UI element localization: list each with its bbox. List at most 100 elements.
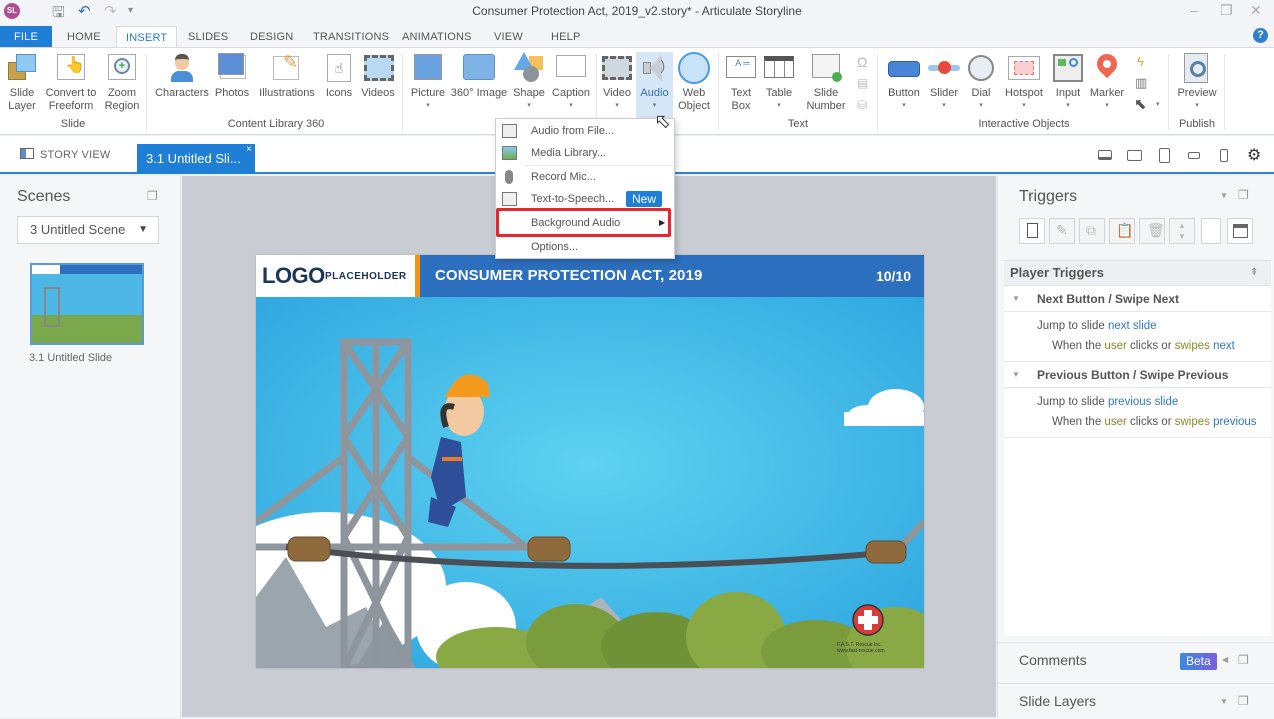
hotspot-button[interactable]: Hotspot ▾ <box>1001 52 1047 112</box>
shape-button[interactable]: Shape ▾ <box>510 52 548 112</box>
paste-trigger-button[interactable]: 📋 <box>1109 218 1135 244</box>
group-divider <box>1224 54 1225 130</box>
360-image-button[interactable]: 360° Image <box>450 52 508 100</box>
menu-item-options[interactable]: Options... <box>496 236 674 258</box>
photos-button[interactable]: Photos <box>213 52 251 100</box>
float-panel-icon[interactable]: ❐ <box>147 189 158 203</box>
illustrations-button[interactable]: ✎ Illustrations <box>256 52 318 100</box>
slider-button[interactable]: Slider ▾ <box>926 52 962 112</box>
layout-icon[interactable]: ▥ <box>1135 75 1147 91</box>
comments-panel-header[interactable]: Comments Beta ◀ ❐ <box>998 642 1274 680</box>
tab-help[interactable]: HELP <box>542 26 590 48</box>
button-insert-button[interactable]: Button ▾ <box>884 52 924 112</box>
help-icon[interactable]: ? <box>1253 28 1268 43</box>
story-view-tab[interactable]: STORY VIEW <box>20 148 110 161</box>
slide-canvas[interactable]: F.A.S.T. Rescue Inc. www.fast-rescue.com … <box>256 255 924 668</box>
trigger-condition-previous[interactable]: When the user clicks or swipes previous <box>1052 416 1257 428</box>
text-box-button[interactable]: A ═ Text Box <box>723 52 759 112</box>
menu-item-record-mic[interactable]: Record Mic... <box>496 166 674 188</box>
restore-button[interactable]: ❐ <box>1220 2 1233 19</box>
triggers-panel: Triggers ▼ ❐ ✎ ⧉ 📋 🗑 ▲ ▼ Player Triggers … <box>997 176 1274 719</box>
desktop-icon[interactable] <box>1098 150 1112 160</box>
cursor-icon[interactable]: ⬉ <box>1134 95 1147 113</box>
characters-button[interactable]: Characters <box>154 52 210 100</box>
expand-left-icon[interactable]: ◀ <box>1222 655 1228 664</box>
tab-design[interactable]: DESIGN <box>241 26 302 48</box>
trigger-header-next[interactable]: ▼ Next Button / Swipe Next <box>1004 286 1271 312</box>
settings-gear-icon[interactable]: ⚙ <box>1247 145 1261 165</box>
close-button[interactable]: ✕ <box>1250 2 1262 19</box>
caption-icon <box>555 52 587 84</box>
slide-layer-button[interactable]: Slide Layer <box>4 52 40 112</box>
speaker-icon: ) <box>639 52 671 84</box>
scene-select[interactable]: 3 Untitled Scene ▼ <box>17 216 159 244</box>
caption-button[interactable]: Caption ▾ <box>550 52 592 112</box>
menu-item-audio-from-file[interactable]: Audio from File... <box>496 120 674 142</box>
close-tab-icon[interactable]: × <box>246 135 252 165</box>
collapse-panel-icon[interactable]: ▼ <box>1220 697 1228 706</box>
video-button[interactable]: Video ▾ <box>599 52 635 112</box>
table-button[interactable]: Table ▾ <box>761 52 797 112</box>
new-trigger-button[interactable] <box>1019 218 1045 244</box>
trigger-action-next[interactable]: Jump to slide next slide <box>1037 320 1157 332</box>
float-panel-icon[interactable]: ❐ <box>1238 694 1249 708</box>
minimize-button[interactable]: – <box>1190 2 1198 18</box>
float-panel-icon[interactable]: ❐ <box>1238 653 1249 667</box>
copy-trigger-button[interactable]: ⧉ <box>1079 218 1105 244</box>
tab-slides[interactable]: SLIDES <box>179 26 237 48</box>
group-label-interactive: Interactive Objects <box>978 118 1070 130</box>
slide-layers-panel-header[interactable]: Slide Layers ▼ ❐ <box>998 683 1274 719</box>
tab-view[interactable]: VIEW <box>485 26 532 48</box>
collapse-all-icon[interactable]: ⇞ <box>1250 261 1258 285</box>
picture-button[interactable]: Picture ▾ <box>409 52 447 112</box>
highlight-annotation-box <box>496 208 671 237</box>
marker-button[interactable]: Marker ▾ <box>1088 49 1126 112</box>
collapse-triangle-icon[interactable]: ▼ <box>1012 362 1020 388</box>
window-title: Consumer Protection Act, 2019_v2.story* … <box>472 4 802 18</box>
menu-item-text-to-speech[interactable]: Text-to-Speech... New <box>496 188 674 210</box>
cursor-dropdown-icon[interactable]: ▾ <box>1156 100 1160 108</box>
trigger-action-previous[interactable]: Jump to slide previous slide <box>1037 396 1178 408</box>
audio-button[interactable]: ) Audio ▾ <box>636 52 673 120</box>
collapse-panel-icon[interactable]: ▼ <box>1220 191 1228 200</box>
phone-landscape-icon[interactable] <box>1188 152 1200 159</box>
icons-button[interactable]: ☝ Icons <box>322 52 356 100</box>
tab-transitions[interactable]: TRANSITIONS <box>304 26 398 48</box>
collapse-triangle-icon[interactable]: ▼ <box>1012 286 1020 312</box>
trigger-header-previous[interactable]: ▼ Previous Button / Swipe Previous <box>1004 362 1271 388</box>
tablet-portrait-icon[interactable] <box>1159 148 1170 163</box>
tablet-landscape-icon[interactable] <box>1127 150 1142 161</box>
convert-to-freeform-button[interactable]: 👆 Convert to Freeform <box>43 52 99 112</box>
move-up-down-icon: ▲ ▼ <box>1178 221 1186 241</box>
tab-animations[interactable]: ANIMATIONS <box>393 26 481 48</box>
slide-tab-3-1[interactable]: 3.1 Untitled Sli... × <box>137 144 255 174</box>
slide-thumbnail[interactable] <box>30 263 144 345</box>
copy-icon: ⧉ <box>1086 222 1096 238</box>
videos-button[interactable]: Videos <box>358 52 398 100</box>
delete-icon: 🗑 <box>1147 222 1165 238</box>
edit-trigger-button[interactable]: ✎ <box>1049 218 1075 244</box>
media-library-icon <box>502 146 517 160</box>
blank-toolbar-button[interactable] <box>1201 218 1221 244</box>
tab-file[interactable]: FILE <box>0 26 52 48</box>
preview-button[interactable]: Preview ▾ <box>1174 52 1220 112</box>
equation-icon[interactable]: ▤ <box>857 76 868 90</box>
tab-insert[interactable]: INSERT <box>116 26 178 48</box>
delete-trigger-button[interactable]: 🗑 <box>1139 218 1165 244</box>
move-trigger-button[interactable]: ▲ ▼ <box>1169 218 1195 244</box>
trigger-condition-next[interactable]: When the user clicks or swipes next <box>1052 340 1235 352</box>
zoom-region-button[interactable]: + Zoom Region <box>102 52 142 112</box>
menu-item-media-library[interactable]: Media Library... <box>496 142 674 164</box>
float-panel-icon[interactable]: ❐ <box>1238 188 1249 202</box>
trigger-lightning-icon[interactable]: ϟ <box>1137 54 1144 69</box>
reference-icon[interactable]: ⛁ <box>857 98 867 112</box>
symbol-icon[interactable]: Ω <box>857 54 867 70</box>
input-button[interactable]: Input ▾ <box>1049 52 1087 112</box>
web-object-button[interactable]: Web Object <box>675 52 713 112</box>
chevron-down-icon: ▼ <box>138 224 148 235</box>
tab-home[interactable]: HOME <box>58 26 110 48</box>
dial-button[interactable]: Dial ▾ <box>964 52 998 112</box>
phone-portrait-icon[interactable] <box>1220 149 1228 162</box>
variables-button[interactable] <box>1227 218 1253 244</box>
slide-number-button[interactable]: Slide Number <box>800 52 852 112</box>
